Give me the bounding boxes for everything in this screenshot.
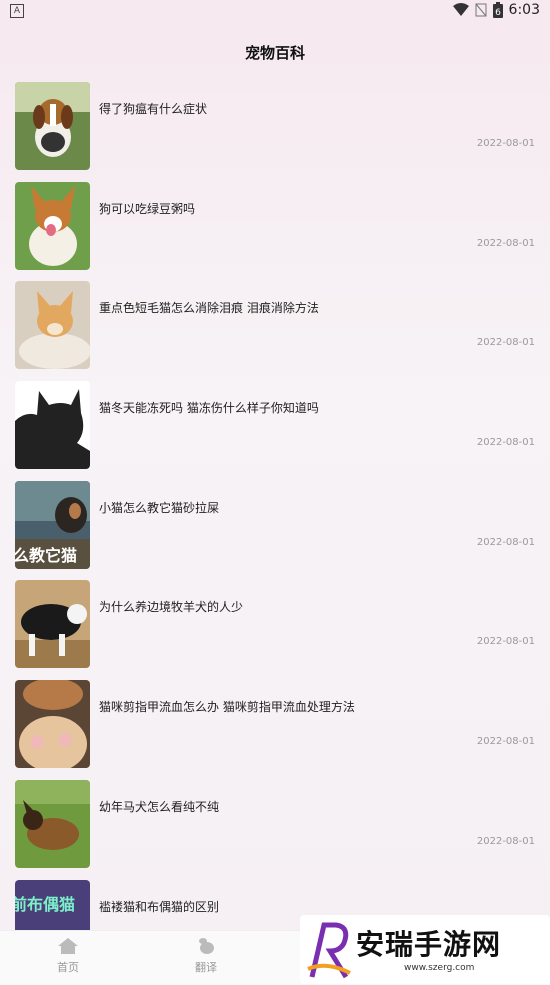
article-item[interactable]: 猫冬天能冻死吗 猫冻伤什么样子你知道吗 2022-08-01 [15,379,535,479]
nav-translate[interactable]: 翻译 [176,937,236,975]
article-thumbnail: 么教它猫 [15,480,90,569]
article-thumbnail [15,381,90,470]
article-item[interactable]: 么教它猫 小猫怎么教它猫砂拉屎 2022-08-01 [15,479,535,579]
watermark-title: 安瑞手游网 [356,928,502,961]
article-date: 2022-08-01 [476,736,535,748]
nav-home[interactable]: 首页 [38,937,98,975]
article-thumbnail [15,181,90,270]
article-title: 幼年马犬怎么看纯不纯 [99,799,220,814]
svg-text:6: 6 [495,8,501,18]
status-bar: A 6 6:03 [0,0,550,24]
notification-icon: A [10,4,24,18]
article-title: 得了狗瘟有什么症状 [99,102,208,116]
article-item[interactable]: 猫咪剪指甲流血怎么办 猫咪剪指甲流血处理方法 2022-08-01 [15,678,535,778]
page-title: 宠物百科 [244,44,305,62]
article-title: 褴褛猫和布偶猫的区别 [99,899,220,914]
article-item[interactable]: 重点色短毛猫怎么消除泪痕 泪痕消除方法 2022-08-01 [15,279,535,379]
watermark-logo-icon [307,922,351,979]
nav-translate-label: 翻译 [195,961,217,974]
article-thumbnail [15,82,90,170]
article-item[interactable]: 为什么养边境牧羊犬的人少 2022-08-01 [15,578,535,678]
watermark-url: www.szerg.com [404,963,475,973]
article-date: 2022-08-01 [476,337,535,349]
article-thumbnail [15,680,90,769]
nav-home-label: 首页 [57,961,79,974]
article-item[interactable]: 得了狗瘟有什么症状 2022-08-01 [15,80,535,180]
article-date: 2022-08-01 [476,835,535,847]
article-date: 2022-08-01 [476,237,535,249]
battery-icon: 6 [492,2,503,18]
article-title: 狗可以吃绿豆粥吗 [99,201,196,216]
article-title: 小猫怎么教它猫砂拉屎 [99,500,220,515]
thumb-caption: 么教它猫 [15,546,77,565]
article-title: 猫冬天能冻死吗 猫冻伤什么样子你知道吗 [99,401,319,416]
article-date: 2022-08-01 [476,636,535,648]
article-item[interactable]: 狗可以吃绿豆粥吗 2022-08-01 [15,180,535,280]
article-thumbnail [15,580,90,669]
home-icon [58,938,78,954]
clock: 6:03 [508,2,540,18]
article-list: 得了狗瘟有什么症状 2022-08-01 狗可以吃绿豆粥吗 2022-08-01 [15,80,535,977]
article-title: 重点色短毛猫怎么消除泪痕 泪痕消除方法 [99,301,319,316]
article-thumbnail [15,281,90,370]
thumb-caption: 前布偶猫 [15,895,75,914]
status-right: 6 6:03 [452,2,540,18]
watermark: 安瑞手游网 www.szerg.com [300,915,550,984]
article-item[interactable]: 幼年马犬怎么看纯不纯 2022-08-01 [15,778,535,878]
no-signal-icon [475,3,487,17]
article-date: 2022-08-01 [476,437,535,449]
article-title: 为什么养边境牧羊犬的人少 [99,600,244,615]
article-title: 猫咪剪指甲流血怎么办 猫咪剪指甲流血处理方法 [99,700,355,715]
wifi-icon [452,3,469,16]
article-thumbnail [15,779,90,868]
article-date: 2022-08-01 [476,536,535,548]
article-date: 2022-08-01 [476,138,535,149]
pet-icon [199,938,214,954]
